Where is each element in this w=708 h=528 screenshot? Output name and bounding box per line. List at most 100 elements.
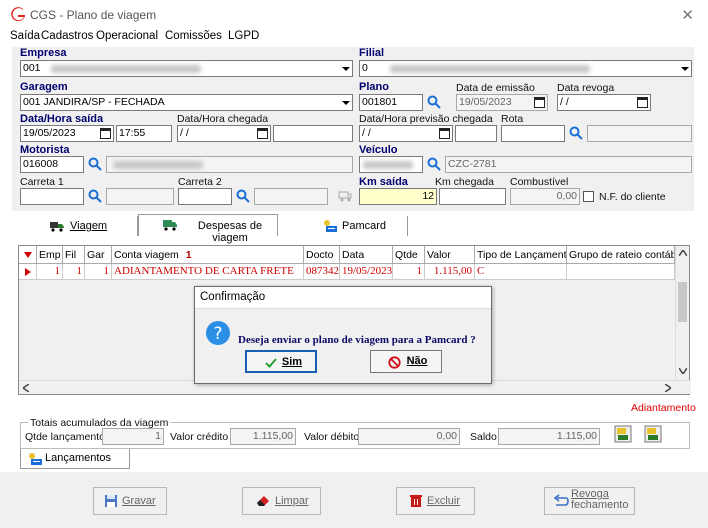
col-docto[interactable]: Docto (304, 246, 340, 264)
data-saida-value: 19/05/2023 (23, 127, 76, 139)
km-chegada-input[interactable] (439, 188, 506, 205)
carreta1-input[interactable] (20, 188, 84, 205)
calendar-icon[interactable] (257, 128, 268, 139)
col-emp[interactable]: Emp (37, 246, 63, 264)
trailer-icon[interactable] (338, 189, 352, 203)
cell-conta-viagem: ADIANTAMENTO DE CARTA FRETE (112, 264, 304, 280)
calendar-icon[interactable] (439, 128, 450, 139)
data-prev-label: Data/Hora previsão chegada (359, 113, 493, 125)
col-valor[interactable]: Valor (425, 246, 475, 264)
sort-down-icon (24, 252, 32, 258)
scroll-right-icon[interactable] (665, 384, 671, 392)
carreta2-input[interactable] (178, 188, 232, 205)
motorista-input[interactable]: 016008 (20, 156, 84, 173)
col-fil[interactable]: Fil (63, 246, 85, 264)
yes-button[interactable]: Sim (245, 350, 317, 373)
no-button[interactable]: Não (370, 350, 442, 373)
calculator-icon[interactable] (614, 425, 632, 443)
menu-saida[interactable]: Saída (10, 30, 40, 42)
calendar-icon[interactable] (534, 97, 545, 108)
rota-input[interactable] (501, 125, 565, 142)
km-saida-label: Km saída (359, 176, 408, 188)
data-emissao-input[interactable]: 19/05/2023 (456, 94, 548, 111)
rota-label: Rota (501, 113, 524, 125)
menu-cadastros[interactable]: Cadastros (41, 30, 93, 42)
combustivel-input[interactable]: 0,00 (510, 188, 580, 205)
save-button[interactable]: Gravar (93, 487, 167, 515)
filial-label: Filial (359, 47, 385, 59)
close-icon[interactable]: ✕ (681, 6, 694, 24)
col-qtde[interactable]: Qtde (393, 246, 425, 264)
tab-viagem[interactable]: Viagem (12, 216, 138, 236)
chevron-down-icon[interactable] (337, 95, 352, 110)
nf-cliente-checkbox[interactable] (583, 191, 594, 202)
scroll-down-icon[interactable] (679, 368, 687, 374)
table-row[interactable]: 1 1 1 ADIANTAMENTO DE CARTA FRETE 087342… (19, 264, 675, 280)
tab-lancamentos[interactable]: Lançamentos (20, 449, 130, 469)
calculator-icon[interactable] (644, 425, 662, 443)
yes-label: Sim (281, 356, 303, 368)
scroll-up-icon[interactable] (679, 250, 687, 256)
qtde-lancamento-label: Qtde lançamento (25, 431, 105, 443)
data-saida-input[interactable]: 19/05/2023 (20, 125, 114, 142)
search-icon[interactable] (427, 157, 441, 171)
plano-input[interactable]: 001801 (359, 94, 423, 111)
search-icon[interactable] (88, 189, 102, 203)
calendar-icon[interactable] (637, 97, 648, 108)
data-chegada-value: / / (180, 127, 189, 139)
title-bar: CGS - Plano de viagem ✕ (0, 0, 708, 30)
filial-value: 0 (362, 62, 368, 74)
revoke-closing-button[interactable]: Revoga fechamento (544, 487, 635, 515)
vertical-scrollbar[interactable] (675, 246, 689, 380)
data-revoga-input[interactable]: / / (557, 94, 651, 111)
tab-pamcard[interactable]: Pamcard (278, 216, 408, 236)
rota-description (587, 125, 692, 142)
search-icon[interactable] (569, 126, 583, 140)
tab-despesas-label: Despesas de viagem (197, 220, 263, 244)
chevron-down-icon[interactable] (676, 61, 691, 76)
money-truck-icon (163, 220, 177, 231)
clear-label: Limpar (275, 495, 309, 507)
data-chegada-input[interactable]: / / (177, 125, 271, 142)
search-icon[interactable] (88, 157, 102, 171)
veiculo-plate: CZC-2781 (445, 156, 692, 173)
hora-chegada-input[interactable] (273, 125, 353, 142)
col-grupo-rateio[interactable]: Grupo de rateio contábil (567, 246, 675, 264)
data-prev-value: / / (362, 127, 371, 139)
km-saida-input[interactable]: 12 (359, 188, 437, 205)
tab-pamcard-label: Pamcard (342, 220, 387, 232)
menu-operacional[interactable]: Operacional (96, 30, 158, 42)
tab-despesas[interactable]: Despesas de viagem (138, 214, 278, 244)
garagem-select[interactable]: 001 JANDIRA/SP - FECHADA (20, 94, 353, 111)
clear-button[interactable]: Limpar (242, 487, 321, 515)
hora-prev-input[interactable] (455, 125, 497, 142)
col-data[interactable]: Data (340, 246, 393, 264)
eraser-icon (257, 496, 269, 506)
no-entry-icon (388, 356, 401, 369)
carreta1-description (106, 188, 174, 205)
menu-comissoes[interactable]: Comissões (165, 30, 222, 42)
hora-saida-input[interactable]: 17:55 (116, 125, 172, 142)
dialog-title: Confirmação (195, 287, 491, 309)
grid-selector-header[interactable] (19, 246, 37, 264)
col-tipo-lancamento[interactable]: Tipo de Lançamento (475, 246, 567, 264)
calendar-icon[interactable] (100, 128, 111, 139)
scroll-left-icon[interactable] (23, 384, 29, 392)
cell-valor: 1.115,00 (425, 264, 475, 280)
search-icon[interactable] (427, 95, 441, 109)
col-conta-viagem[interactable]: Conta viagem 1 (112, 246, 304, 264)
col-gar[interactable]: Gar (85, 246, 112, 264)
data-prev-input[interactable]: / / (359, 125, 453, 142)
app-logo-icon (11, 7, 25, 22)
delete-button[interactable]: Excluir (396, 487, 475, 515)
menu-lgpd[interactable]: LGPD (228, 30, 259, 42)
scroll-thumb[interactable] (678, 282, 687, 322)
check-icon (265, 358, 277, 368)
tab-viagem-label: Viagem (70, 220, 108, 232)
veiculo-input[interactable] (359, 156, 423, 173)
empresa-select[interactable]: 001 (20, 60, 353, 77)
cell-docto: 087342 (304, 264, 340, 280)
search-icon[interactable] (236, 189, 250, 203)
filial-select[interactable]: 0 (359, 60, 692, 77)
chevron-down-icon[interactable] (337, 61, 352, 76)
